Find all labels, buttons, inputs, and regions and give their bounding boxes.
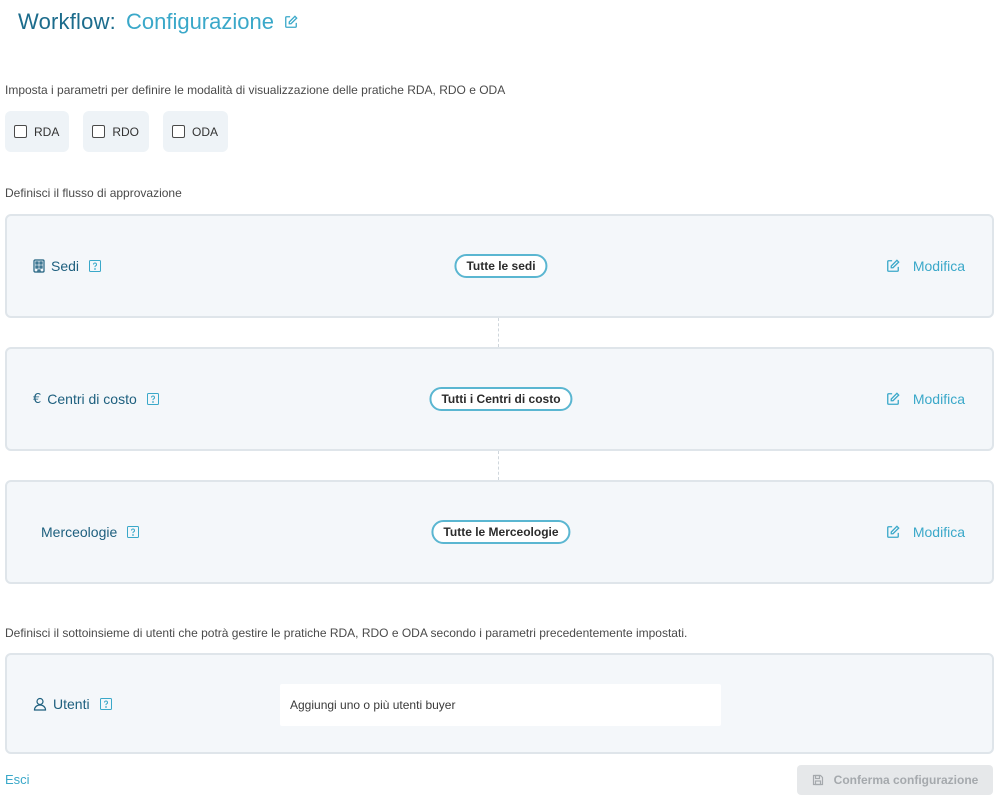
type-label: RDA: [34, 124, 60, 139]
users-card-header: Utenti: [33, 655, 112, 752]
flow-value-pill: Tutti i Centri di costo: [429, 387, 573, 411]
flow-value-pill: Tutte le Merceologie: [431, 520, 571, 544]
flow-card-header: Merceologie: [41, 482, 140, 582]
help-icon[interactable]: [99, 697, 112, 710]
save-icon: [812, 774, 824, 786]
confirm-label: Conferma configurazione: [833, 773, 979, 787]
oda-checkbox[interactable]: [172, 125, 186, 138]
edit-label: Modifica: [912, 391, 965, 407]
intro-text: Imposta i parametri per definire le moda…: [5, 83, 506, 97]
flow-card-sedi: Sedi Tutte le sedi Modifica: [5, 214, 994, 318]
flow-connector: [498, 318, 499, 347]
edit-label: Modifica: [912, 258, 965, 274]
building-icon: [33, 259, 45, 273]
edit-icon: [886, 525, 900, 539]
title-prefix: Workflow:: [18, 9, 116, 34]
flow-value-pill: Tutte le sedi: [454, 254, 548, 278]
edit-title-icon[interactable]: [284, 15, 298, 29]
type-label: RDO: [112, 124, 140, 139]
exit-link[interactable]: Esci: [5, 772, 30, 787]
document-type-group: RDA RDO ODA: [5, 111, 229, 152]
flow-card-centri-di-costo: € Centri di costo Tutti i Centri di cost…: [5, 347, 994, 451]
edit-label: Modifica: [912, 524, 965, 540]
edit-centri-di-costo-button[interactable]: Modifica: [886, 349, 965, 449]
users-search-input[interactable]: [280, 684, 721, 726]
rda-checkbox[interactable]: [14, 125, 27, 138]
type-chip-oda[interactable]: ODA: [163, 111, 229, 152]
euro-icon: €: [33, 391, 42, 407]
type-chip-rda[interactable]: RDA: [5, 111, 70, 152]
users-card: Utenti: [5, 653, 994, 754]
users-title: Utenti: [53, 695, 90, 712]
edit-icon: [886, 259, 900, 273]
flow-title: Sedi: [51, 258, 80, 274]
help-icon[interactable]: [127, 526, 140, 538]
edit-sedi-button[interactable]: Modifica: [886, 216, 965, 316]
help-icon[interactable]: [146, 393, 159, 405]
flow-connector: [498, 451, 499, 480]
edit-icon: [886, 392, 900, 406]
confirm-configuration-button[interactable]: Conferma configurazione: [797, 765, 993, 795]
user-icon: [33, 697, 47, 711]
flow-card-merceologie: Merceologie Tutte le Merceologie Modific…: [5, 480, 994, 584]
flow-card-header: € Centri di costo: [33, 349, 159, 449]
rdo-checkbox[interactable]: [92, 125, 106, 138]
workflow-name: Configurazione: [125, 9, 274, 34]
flow-section-label: Definisci il flusso di approvazione: [5, 186, 182, 200]
flow-card-header: Sedi: [33, 216, 102, 316]
flow-title: Centri di costo: [47, 391, 137, 407]
page-title: Workflow: Configurazione: [18, 8, 298, 36]
edit-merceologie-button[interactable]: Modifica: [886, 482, 965, 582]
type-chip-rdo[interactable]: RDO: [83, 111, 150, 152]
type-label: ODA: [192, 124, 219, 139]
users-section-label: Definisci il sottoinsieme di utenti che …: [5, 626, 688, 640]
flow-title: Merceologie: [41, 524, 118, 540]
help-icon[interactable]: [89, 260, 102, 272]
